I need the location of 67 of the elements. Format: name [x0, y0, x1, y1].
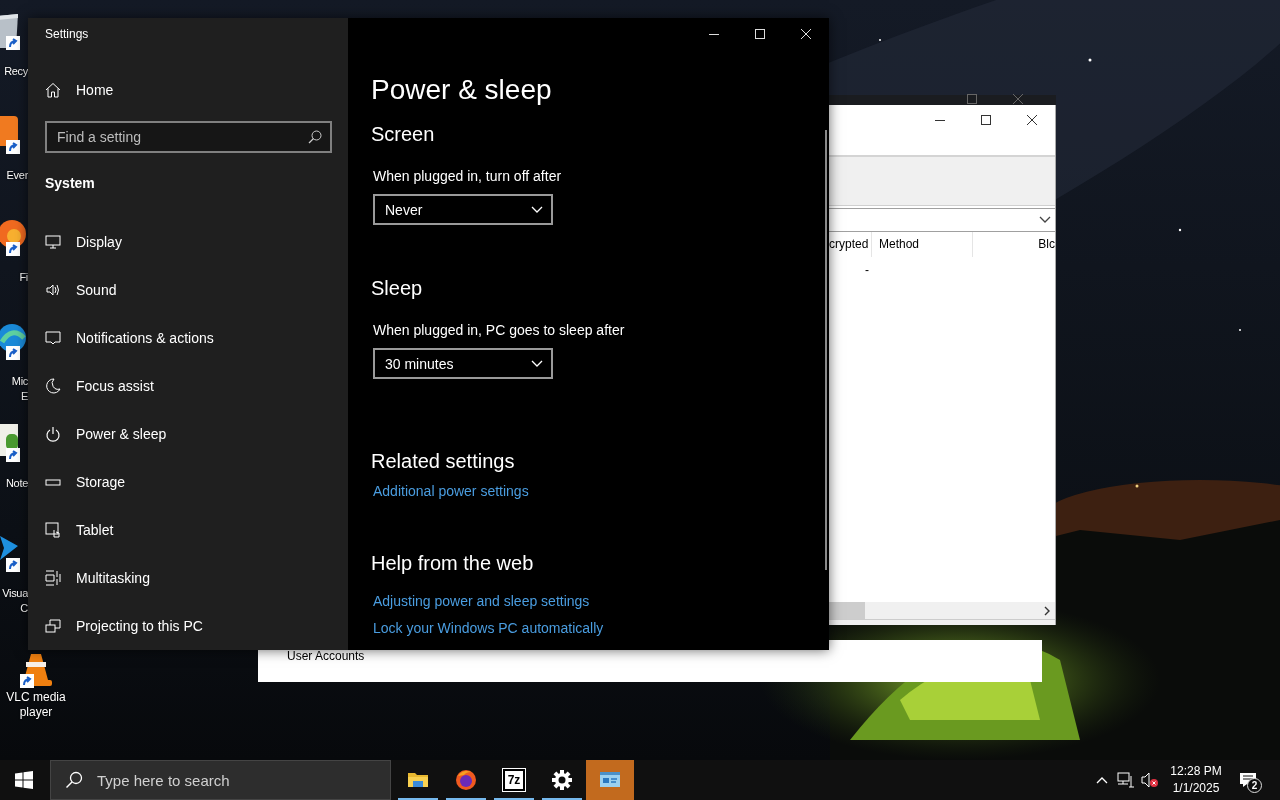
fox-globe-icon[interactable]	[455, 769, 477, 791]
search-field[interactable]: Find a setting	[57, 129, 308, 146]
section-heading: Help from the web	[371, 551, 534, 576]
moon-icon	[45, 378, 61, 394]
multitasking-icon	[45, 570, 61, 586]
field-label: When plugged in, PC goes to sleep after	[373, 321, 625, 340]
power-icon	[45, 426, 61, 442]
scrollbar[interactable]	[825, 130, 827, 570]
table-cell-text: -	[864, 263, 869, 277]
link[interactable]: Adjusting power and sleep settings	[373, 591, 590, 611]
nav-item[interactable]: Home	[28, 66, 349, 114]
icon-label[interactable]: Ever	[6, 168, 28, 183]
chevron-icon[interactable]	[1039, 216, 1051, 224]
icon-label[interactable]: Note	[5, 476, 28, 491]
monitor-icon	[45, 234, 61, 250]
home-icon	[45, 81, 61, 98]
nav-item[interactable]: Storage	[28, 458, 349, 506]
icon-label[interactable]: Recy	[4, 64, 28, 79]
icon-label[interactable]: Visua C	[2, 586, 28, 616]
link[interactable]: Additional power settings	[373, 481, 529, 501]
link[interactable]: Lock your Windows PC automatically	[373, 618, 604, 638]
nav-item[interactable]: Projecting to this PC	[28, 602, 349, 650]
nav-item[interactable]: Multitasking	[28, 554, 349, 602]
close-icon[interactable]	[1027, 115, 1037, 125]
date-text: 1/1/2025	[1172, 780, 1220, 797]
scrollbar-thumb[interactable]	[829, 602, 865, 619]
search-icon	[308, 130, 322, 145]
speech-bubble-icon	[45, 330, 61, 346]
dropdown[interactable]: 30 minutes	[373, 348, 553, 379]
clock[interactable]: 12:28 PM 1/1/2025	[1162, 760, 1230, 800]
scrollbar[interactable]	[829, 602, 1055, 619]
section-heading: Sleep	[371, 276, 423, 301]
search-field[interactable]: Type here to search	[95, 770, 390, 790]
window-title: Settings	[45, 26, 89, 43]
list-item[interactable]: User Accounts	[287, 649, 365, 663]
search-box[interactable]: Type here to search	[50, 760, 391, 800]
nav-item[interactable]: Notifications & actions	[28, 314, 349, 362]
column-header[interactable]: Method	[872, 232, 973, 257]
nav-item[interactable]: Tablet	[28, 506, 349, 554]
nav-item[interactable]: Power & sleep	[28, 410, 349, 458]
taskbar-button[interactable]: 7z	[490, 760, 538, 800]
nav-item[interactable]: Focus assist	[28, 362, 349, 410]
tablet-icon	[45, 522, 61, 538]
icon-label[interactable]: VLC media player	[6, 690, 66, 720]
speaker-icon	[45, 282, 61, 298]
field-label: When plugged in, turn off after	[373, 167, 562, 186]
icon-label[interactable]: Fi	[19, 270, 28, 285]
arrow-right-icon[interactable]	[1043, 605, 1051, 616]
projector-icon	[45, 618, 61, 634]
address-field[interactable]	[829, 208, 1055, 232]
search-icon	[65, 771, 83, 789]
notifications-button[interactable]: 2	[1230, 760, 1266, 800]
section-heading: System	[45, 174, 95, 193]
nav-item[interactable]: Sound	[28, 266, 349, 314]
maximize-icon[interactable]	[981, 115, 991, 125]
dropdown[interactable]: Never	[373, 194, 553, 225]
nav-item[interactable]: Display	[28, 218, 349, 266]
section-heading: Screen	[371, 122, 435, 147]
time-text: 12:28 PM	[1170, 763, 1222, 780]
search-box[interactable]: Find a setting	[45, 121, 332, 153]
icon-label[interactable]: Mic E	[11, 374, 28, 404]
archive-icon[interactable]: 7z	[503, 769, 525, 791]
column-header[interactable]: Blc	[973, 232, 1055, 257]
windows-logo-icon[interactable]	[15, 771, 33, 789]
count-badge: 2	[1247, 778, 1262, 793]
page-title: Power & sleep	[371, 73, 552, 107]
section-heading: Related settings	[371, 449, 515, 474]
